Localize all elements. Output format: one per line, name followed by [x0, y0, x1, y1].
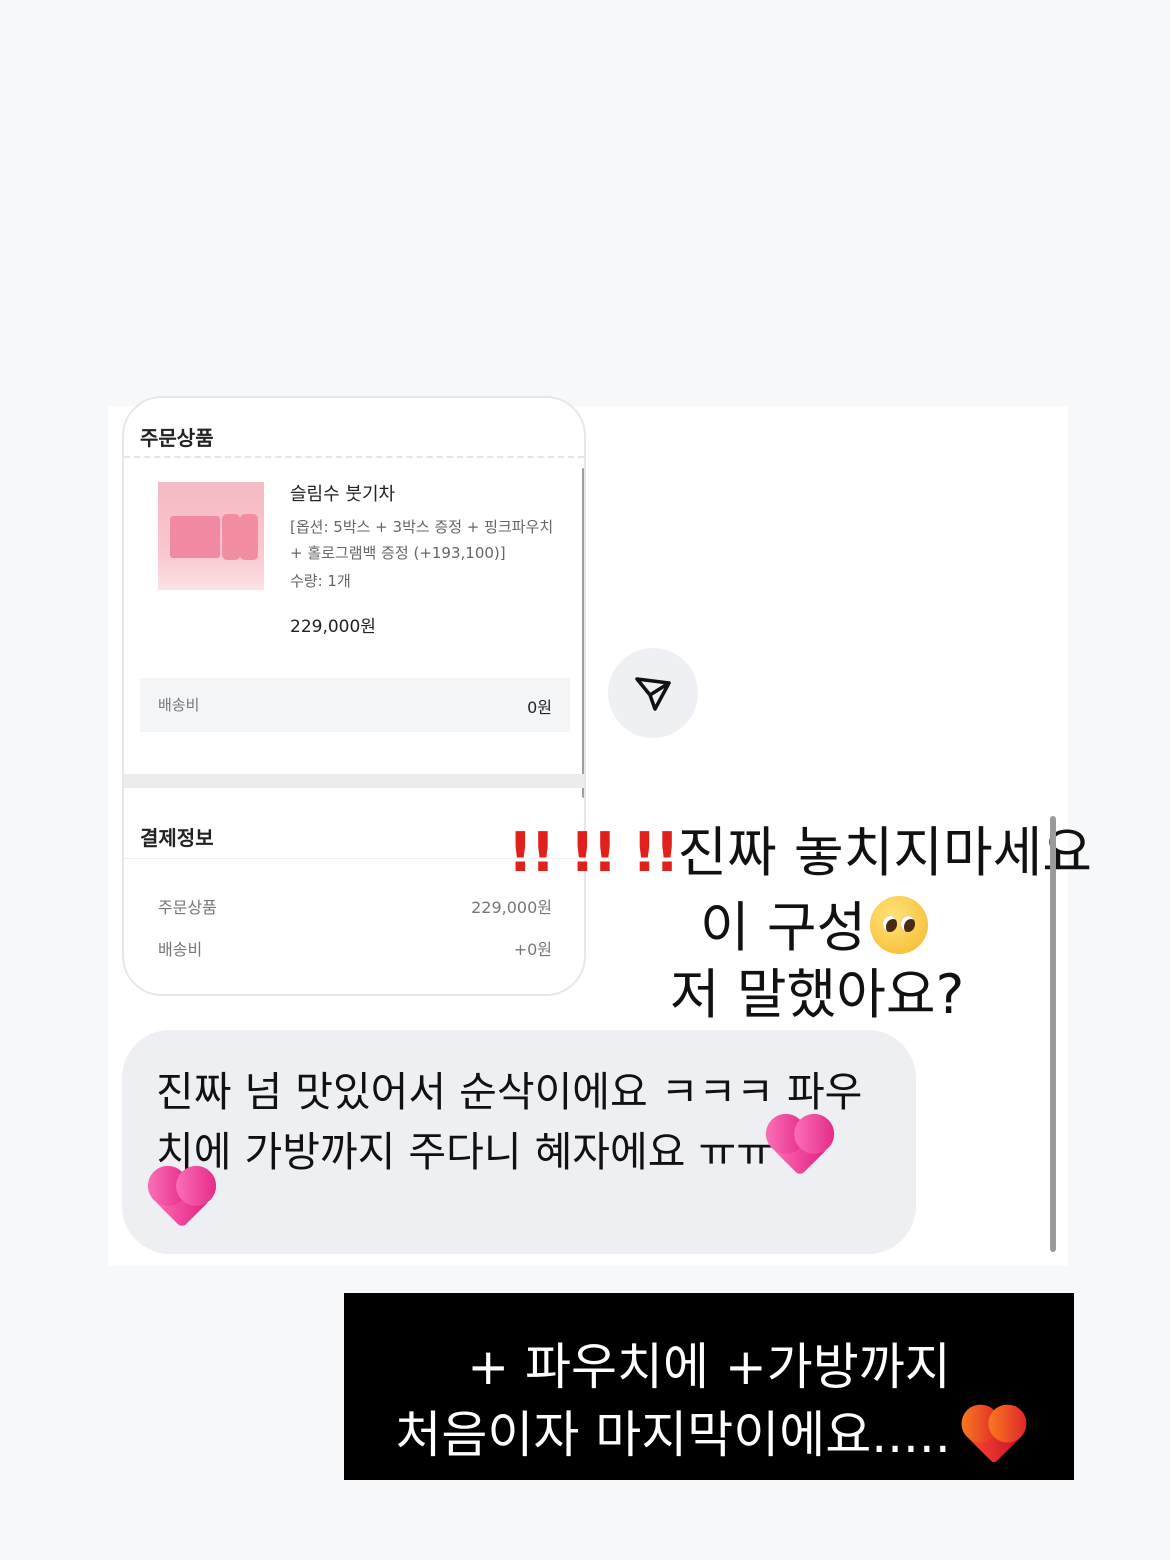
shipping-label: 배송비 [158, 696, 200, 714]
shipping-value: 0원 [527, 698, 552, 717]
product-price: 229,000원 [290, 617, 376, 637]
payment-row: 배송비 +0원 [158, 936, 552, 960]
exclamation-marks: !! !! !! [508, 821, 679, 884]
review-line-2: 치에 가방까지 주다니 혜자에요 ㅠㅠ [156, 1118, 829, 1178]
product-pouch-image [240, 514, 258, 560]
banner-line-2: 처음이자 마지막이에요..... [344, 1395, 1074, 1467]
shipping-fee-box: 배송비 0원 [140, 678, 570, 732]
send-icon [635, 677, 671, 711]
send-button[interactable] [608, 648, 698, 738]
payment-row-label: 주문상품 [158, 898, 217, 917]
scrollbar[interactable] [582, 468, 584, 798]
sparkling-heart-icon [771, 1119, 829, 1177]
story-line-1-text: 진짜 놓치지마세요 [677, 821, 1092, 884]
banner-line-1: + 파우치에 +가방까지 [467, 1338, 951, 1396]
order-section-title: 주문상품 [140, 426, 214, 450]
heart-on-fire-icon [966, 1406, 1023, 1464]
caption-banner: + 파우치에 +가방까지 처음이자 마지막이에요..... [344, 1293, 1074, 1480]
product-box-image [170, 516, 220, 558]
product-quantity: 수량: 1개 [290, 572, 351, 590]
pleading-face-icon [870, 896, 929, 954]
payment-row: 주문상품 229,000원 [158, 894, 552, 918]
payment-section-title: 결제정보 [140, 826, 214, 850]
story-line-1: !! !! !!진짜 놓치지마세요 [508, 826, 1092, 880]
payment-row-value: +0원 [513, 940, 552, 959]
product-name[interactable]: 슬림수 붓기차 [290, 480, 395, 506]
dashed-divider [124, 456, 584, 458]
story-line-3: 저 말했아요? [670, 963, 965, 1026]
product-option-line: + 홀로그램백 증정 (+193,100)] [290, 544, 506, 562]
product-thumbnail[interactable] [158, 482, 264, 590]
review-line-3 [153, 1171, 211, 1229]
section-gap [124, 774, 584, 788]
review-line-2-text: 치에 가방까지 주다니 혜자에요 ㅠㅠ [156, 1128, 774, 1176]
review-line-1: 진짜 넘 맛있어서 순삭이에요 ㅋㅋㅋ 파우 [156, 1068, 863, 1116]
order-card: 주문상품 슬림수 붓기차 [옵션: 5박스 + 3박스 증정 + 핑크파우치 +… [122, 396, 586, 996]
screenshot-panel: 주문상품 슬림수 붓기차 [옵션: 5박스 + 3박스 증정 + 핑크파우치 +… [108, 396, 1092, 1266]
scrollbar[interactable] [1050, 816, 1056, 1252]
banner-line-2-text: 처음이자 마지막이에요..... [395, 1406, 951, 1464]
sparkling-heart-icon [153, 1171, 211, 1229]
payment-row-value: 229,000원 [471, 898, 552, 917]
story-line-2: 이 구성 [700, 896, 929, 955]
review-chat-bubble: 진짜 넘 맛있어서 순삭이에요 ㅋㅋㅋ 파우 치에 가방까지 주다니 혜자에요 … [122, 1030, 916, 1254]
product-pouch-image [222, 514, 240, 560]
story-line-2-text: 이 구성 [700, 896, 867, 959]
product-option-line: [옵션: 5박스 + 3박스 증정 + 핑크파우치 [290, 518, 554, 536]
payment-row-label: 배송비 [158, 940, 203, 959]
